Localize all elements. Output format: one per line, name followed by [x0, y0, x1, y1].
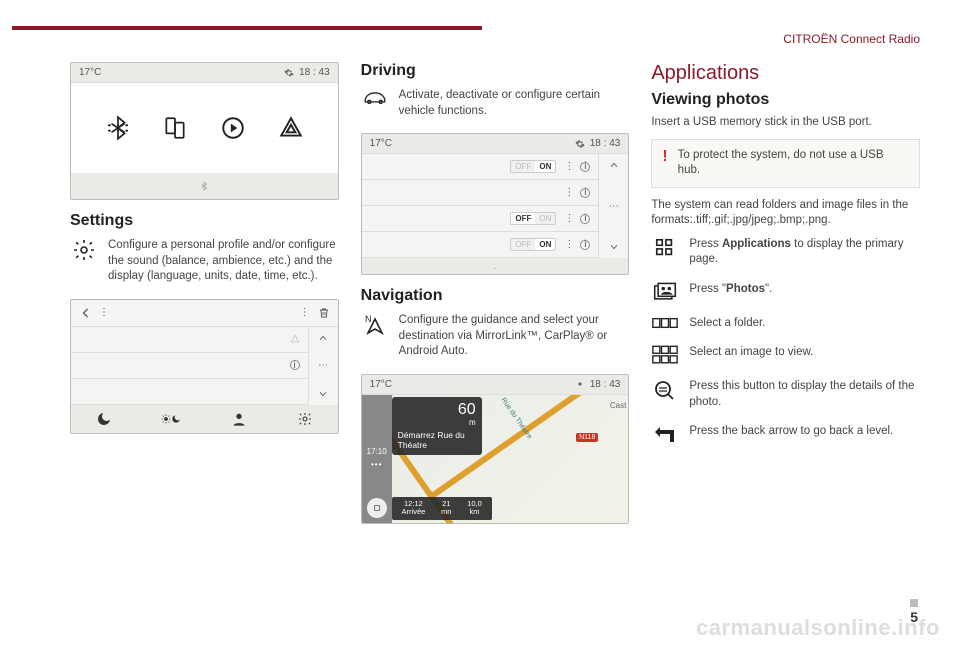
warning-text: To protect the system, do not use a USB …	[678, 148, 909, 179]
city-label: Cast	[610, 401, 626, 410]
stop-button-icon[interactable]	[367, 498, 387, 518]
list-item[interactable]: i	[71, 353, 308, 379]
formats-text: The system can read folders and image fi…	[651, 198, 920, 229]
svg-text:N: N	[365, 314, 372, 324]
settings-gear-large-icon	[70, 238, 98, 262]
list-item[interactable]	[71, 327, 308, 353]
nav-distance-unit: m	[398, 418, 476, 427]
insert-usb-text: Insert a USB memory stick in the USB por…	[651, 115, 920, 131]
toggle-row[interactable]: OFFON ⋮i	[362, 154, 599, 180]
warning-box: ! To protect the system, do not use a US…	[651, 139, 920, 188]
image-grid-icon	[651, 345, 679, 365]
scroll-up-icon[interactable]	[607, 160, 621, 170]
back-arrow-icon[interactable]	[79, 307, 93, 319]
status-time: 18 : 43	[590, 138, 621, 149]
menu-dots-icon-2[interactable]: ⋮	[300, 307, 310, 318]
remain-km-label: km	[469, 507, 479, 516]
scroll-down-icon[interactable]	[316, 389, 330, 399]
applications-heading: Applications	[651, 62, 920, 85]
status-temp: 17°C	[79, 67, 101, 78]
driving-screen: 17°C 18 : 43 OFFON ⋮i ⋮i	[361, 133, 630, 275]
remain-min-label: mn	[441, 507, 451, 516]
trash-icon[interactable]	[318, 306, 330, 320]
carplay-icon[interactable]	[219, 114, 247, 142]
column-driving-nav: Driving Activate, deactivate or configur…	[361, 62, 630, 534]
scroll-down-icon[interactable]	[607, 242, 621, 252]
step-details: Press this button to display the details…	[689, 379, 920, 410]
sidebar-time: 17:10	[367, 447, 387, 456]
nav-guidance-panel: 60 m Démarrez Rue du Théatre	[392, 397, 482, 455]
step-back: Press the back arrow to go back a level.	[689, 424, 920, 440]
apps-grid-icon	[651, 237, 679, 259]
photos-icon	[651, 282, 679, 302]
connectivity-screen: 17°C 18 : 43	[70, 62, 339, 200]
gear-small-icon[interactable]	[297, 411, 313, 427]
car-icon	[361, 88, 389, 106]
bluetooth-signal-icon[interactable]	[104, 114, 132, 142]
column-applications: Applications Viewing photos Insert a USB…	[651, 62, 920, 534]
list-item[interactable]	[71, 379, 308, 405]
column-settings: 17°C 18 : 43	[70, 62, 339, 534]
status-time: 18 : 43	[590, 379, 621, 390]
settings-desc: Configure a personal profile and/or conf…	[108, 238, 339, 285]
moon-icon[interactable]	[96, 411, 112, 427]
back-arrow-square-icon	[651, 424, 679, 446]
settings-gear-icon	[575, 139, 585, 149]
toggle-row[interactable]: OFFON ⋮i	[362, 232, 599, 258]
toggle-on-label: ON	[535, 213, 555, 224]
compass-icon: N	[361, 313, 389, 337]
driving-heading: Driving	[361, 62, 630, 80]
driving-desc: Activate, deactivate or configure certai…	[399, 88, 630, 119]
page-marker	[910, 599, 918, 607]
scroll-dots-icon: ⋯	[609, 201, 619, 212]
android-auto-icon[interactable]	[277, 114, 305, 142]
navigation-screen: 17°C 18 : 43 Rue du Théatre N118 Cast 17…	[361, 374, 630, 524]
menu-dots-icon[interactable]: ⋮	[99, 307, 109, 318]
bluetooth-footer-icon	[199, 180, 209, 192]
status-temp: 17°C	[370, 138, 392, 149]
mirrorlink-icon[interactable]	[161, 114, 189, 142]
step-folder: Select a folder.	[689, 316, 920, 332]
toggle-off-label: OFF	[511, 161, 535, 172]
warning-icon: !	[662, 148, 667, 179]
step-photos: Press "Photos".	[689, 282, 920, 298]
scroll-dots-icon: ⋯	[318, 360, 328, 371]
viewing-photos-heading: Viewing photos	[651, 91, 920, 109]
magnifier-details-icon	[651, 379, 679, 403]
navigation-heading: Navigation	[361, 287, 630, 305]
settings-gear-icon	[284, 68, 294, 78]
toggle-on-label: ON	[535, 161, 555, 172]
profile-icon[interactable]	[231, 411, 247, 427]
step-image: Select an image to view.	[689, 345, 920, 361]
route-badge: N118	[576, 433, 598, 442]
step-applications: Press Applications to display the primar…	[689, 237, 920, 268]
toggle-row[interactable]: OFFON ⋮i	[362, 206, 599, 232]
toggle-on-label: ON	[535, 239, 555, 250]
accent-bar	[12, 26, 482, 30]
folder-row-icon	[651, 316, 679, 330]
product-name: CITROËN Connect Radio	[783, 32, 920, 46]
toggle-off-label: OFF	[511, 213, 535, 224]
nav-eta-bar: 12:12Arrivée 21mn 10,0km	[392, 497, 492, 520]
eta-label: Arrivée	[402, 507, 426, 516]
navigation-desc: Configure the guidance and select your d…	[399, 313, 630, 360]
settings-heading: Settings	[70, 212, 339, 230]
status-time: 18 : 43	[299, 67, 330, 78]
watermark: carmanualsonline.info	[696, 615, 940, 641]
toggle-off-label: OFF	[511, 239, 535, 250]
settings-gear-icon	[575, 379, 585, 389]
profiles-screen: ⋮ ⋮ i	[70, 299, 339, 434]
scroll-up-icon[interactable]	[316, 333, 330, 343]
nav-street: Démarrez Rue du Théatre	[398, 430, 476, 450]
toggle-row[interactable]: ⋮i	[362, 180, 599, 206]
nav-distance: 60	[398, 402, 476, 418]
sun-moon-icon[interactable]	[161, 411, 181, 427]
status-temp: 17°C	[370, 379, 392, 390]
